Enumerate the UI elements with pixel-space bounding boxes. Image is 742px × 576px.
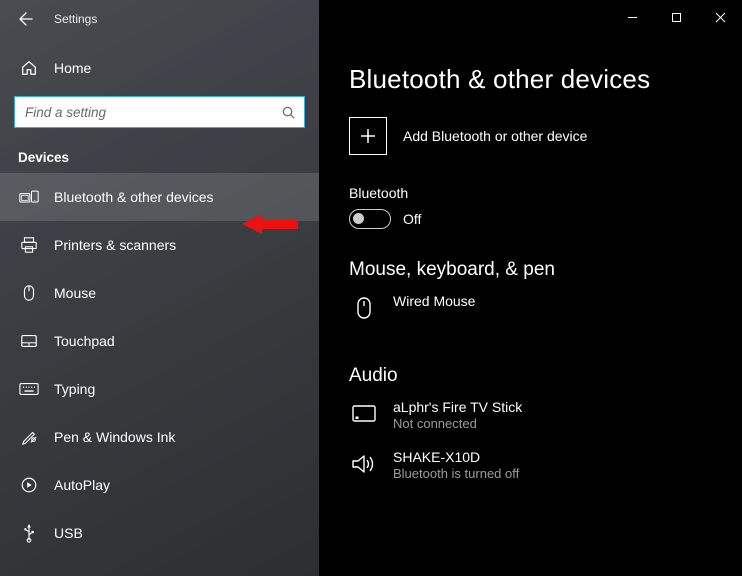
back-arrow-icon	[17, 11, 33, 27]
touchpad-icon	[18, 333, 40, 349]
sidebar-item-typing[interactable]: Typing	[0, 365, 319, 413]
home-button[interactable]: Home	[0, 48, 319, 88]
titlebar-left: Settings	[0, 0, 319, 38]
sidebar-item-touchpad[interactable]: Touchpad	[0, 317, 319, 365]
sidebar: Settings Home Devices Bluetooth & other …	[0, 0, 319, 576]
minimize-button[interactable]	[610, 2, 654, 32]
bluetooth-toggle-state: Off	[403, 211, 421, 227]
usb-icon	[18, 523, 40, 543]
search-box[interactable]	[14, 96, 305, 128]
plus-icon	[349, 117, 387, 155]
bluetooth-toggle-row: Off	[349, 209, 718, 229]
search-input[interactable]	[25, 105, 281, 120]
home-icon	[18, 59, 40, 77]
bluetooth-label: Bluetooth	[349, 185, 718, 201]
titlebar-right	[319, 0, 742, 34]
device-name: aLphr's Fire TV Stick	[393, 399, 522, 415]
autoplay-icon	[18, 476, 40, 494]
sidebar-item-label: Bluetooth & other devices	[54, 189, 214, 205]
window-title: Settings	[54, 12, 97, 26]
group-title-mouse: Mouse, keyboard, & pen	[349, 259, 718, 281]
display-icon	[349, 399, 379, 429]
group-title-audio: Audio	[349, 365, 718, 387]
sidebar-item-mouse[interactable]: Mouse	[0, 269, 319, 317]
sidebar-item-label: Touchpad	[54, 333, 115, 349]
sidebar-item-label: Typing	[54, 381, 95, 397]
add-device-button[interactable]: Add Bluetooth or other device	[349, 117, 718, 155]
sidebar-item-usb[interactable]: USB	[0, 509, 319, 557]
close-button[interactable]	[698, 2, 742, 32]
sidebar-item-label: Mouse	[54, 285, 96, 301]
sidebar-item-pen[interactable]: Pen & Windows Ink	[0, 413, 319, 461]
device-row-firetv[interactable]: aLphr's Fire TV Stick Not connected	[349, 399, 718, 431]
device-sub: Not connected	[393, 416, 522, 431]
maximize-button[interactable]	[654, 2, 698, 32]
mouse-icon	[18, 284, 40, 302]
sidebar-item-printers[interactable]: Printers & scanners	[0, 221, 319, 269]
add-device-label: Add Bluetooth or other device	[403, 128, 587, 144]
printer-icon	[18, 236, 40, 254]
sidebar-item-label: AutoPlay	[54, 477, 110, 493]
toggle-knob	[353, 213, 364, 224]
settings-window: Settings Home Devices Bluetooth & other …	[0, 0, 742, 576]
speaker-icon	[349, 449, 379, 479]
keyboard-icon	[18, 382, 40, 396]
devices-icon	[18, 189, 40, 205]
device-row-shake[interactable]: SHAKE-X10D Bluetooth is turned off	[349, 449, 718, 481]
home-label: Home	[54, 60, 91, 76]
bluetooth-toggle[interactable]	[349, 209, 391, 229]
sidebar-item-autoplay[interactable]: AutoPlay	[0, 461, 319, 509]
device-name: SHAKE-X10D	[393, 449, 519, 465]
sidebar-section-label: Devices	[18, 150, 319, 165]
device-row-wired-mouse[interactable]: Wired Mouse	[349, 293, 718, 323]
pen-icon	[18, 428, 40, 446]
device-name: Wired Mouse	[393, 293, 475, 309]
content: Bluetooth & other devices Add Bluetooth …	[319, 34, 742, 481]
sidebar-item-bluetooth[interactable]: Bluetooth & other devices	[0, 173, 319, 221]
device-sub: Bluetooth is turned off	[393, 466, 519, 481]
sidebar-item-label: Pen & Windows Ink	[54, 429, 175, 445]
back-button[interactable]	[10, 4, 40, 34]
search-icon	[281, 105, 296, 120]
sidebar-item-label: USB	[54, 525, 83, 541]
page-title: Bluetooth & other devices	[349, 64, 718, 95]
sidebar-item-label: Printers & scanners	[54, 237, 176, 253]
mouse-icon	[349, 293, 379, 323]
main-panel: Bluetooth & other devices Add Bluetooth …	[319, 0, 742, 576]
